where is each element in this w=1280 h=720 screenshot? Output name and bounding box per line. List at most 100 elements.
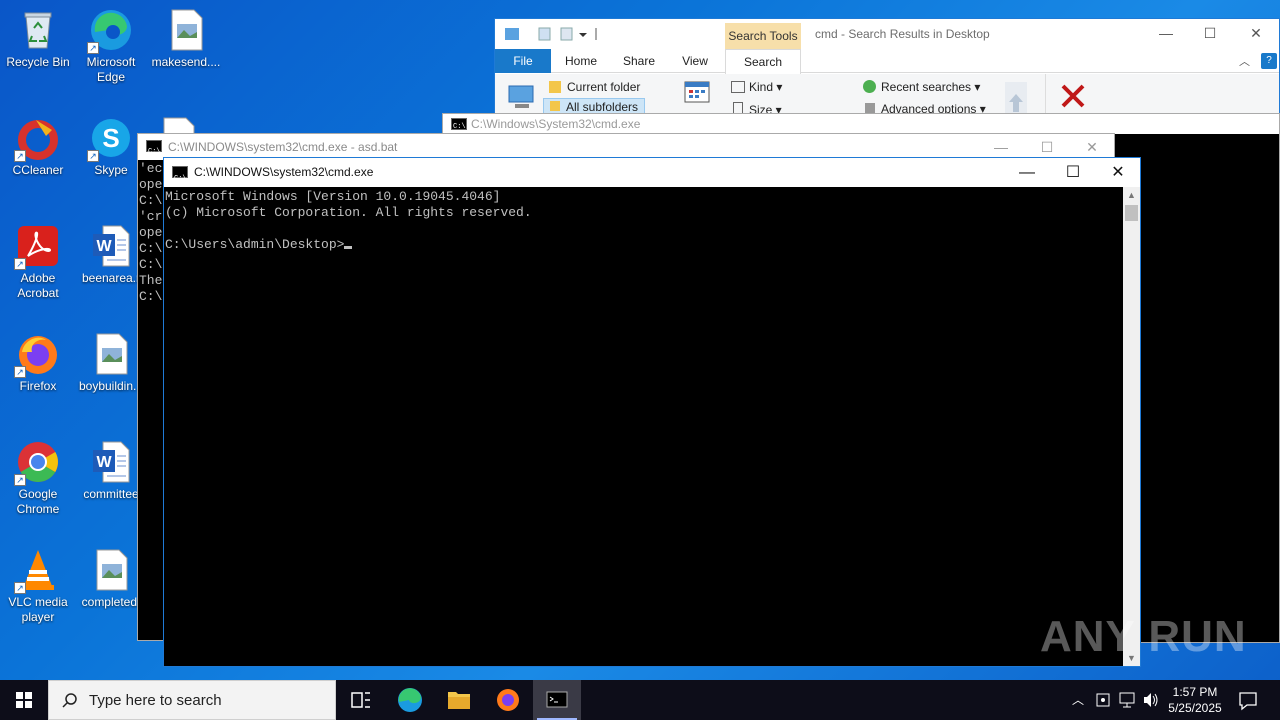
chrome-shortcut[interactable]: ↗ Google Chrome: [0, 440, 76, 517]
maximize-button[interactable]: ☐: [1187, 25, 1233, 42]
title-bar: C:\Windows\System32\cmd.exe: [443, 114, 1279, 137]
edge-shortcut[interactable]: ↗ Microsoft Edge: [73, 8, 149, 85]
console-output[interactable]: Microsoft Windows [Version 10.0.19045.40…: [165, 189, 532, 253]
firefox-icon: ↗: [14, 332, 60, 378]
icon-label: Recycle Bin: [6, 55, 70, 69]
minimize-button[interactable]: —: [1004, 158, 1050, 187]
close-button[interactable]: ✕: [1095, 158, 1141, 187]
search-placeholder: Type here to search: [89, 692, 222, 709]
acrobat-icon: ↗: [14, 224, 60, 270]
all-subfolders-button[interactable]: All subfolders: [543, 98, 646, 114]
kind-icon: [731, 81, 745, 93]
vlc-icon: ↗: [14, 548, 60, 594]
volume-icon[interactable]: [1142, 680, 1160, 720]
icon-label: Firefox: [19, 379, 57, 393]
task-view-button[interactable]: [336, 680, 384, 720]
text-cursor: [344, 246, 353, 249]
window-title: cmd - Search Results in Desktop: [815, 27, 990, 41]
skype-icon: S ↗: [87, 116, 133, 162]
clock-time: 1:57 PM: [1172, 685, 1218, 699]
taskbar-edge[interactable]: [386, 680, 434, 720]
search-icon: [62, 693, 77, 708]
firefox-icon: [497, 689, 519, 711]
chrome-icon: ↗: [14, 440, 60, 486]
tab-view[interactable]: View: [671, 49, 719, 73]
firefox-shortcut[interactable]: ↗ Firefox: [0, 332, 76, 394]
file-explorer-window[interactable]: Search Tools cmd - Search Results in Des…: [494, 18, 1280, 114]
search-tools-context-tab[interactable]: Search Tools: [725, 23, 801, 49]
this-pc-icon[interactable]: [505, 82, 539, 115]
help-icon[interactable]: ?: [1261, 53, 1277, 69]
title-bar: C:\WINDOWS\system32\cmd.exe — ☐ ✕: [164, 158, 1141, 194]
recycle-bin-icon: [16, 8, 60, 52]
image-file-icon: [164, 8, 208, 52]
tab-file[interactable]: File: [495, 49, 551, 73]
network-icon[interactable]: [1118, 680, 1136, 720]
show-hidden-icons-chevron-icon[interactable]: ︿: [1070, 680, 1086, 720]
taskbar-search-box[interactable]: Type here to search: [48, 680, 336, 720]
taskbar-firefox[interactable]: [484, 680, 532, 720]
icon-label: VLC media player: [8, 595, 68, 624]
makesend-file[interactable]: makesend....: [148, 8, 224, 70]
svg-text:S: S: [102, 123, 119, 153]
current-folder-button[interactable]: Current folder: [549, 80, 640, 94]
maximize-button[interactable]: ☐: [1050, 158, 1096, 187]
tab-home[interactable]: Home: [557, 49, 605, 73]
window-title: C:\WINDOWS\system32\cmd.exe: [194, 165, 374, 179]
notification-icon: [1239, 692, 1257, 711]
folder-icon: [549, 81, 561, 93]
cmd-window-active[interactable]: C:\WINDOWS\system32\cmd.exe — ☐ ✕ Micros…: [163, 157, 1141, 667]
icon-label: Google Chrome: [16, 487, 60, 516]
taskbar-file-explorer[interactable]: [435, 680, 483, 720]
taskbar-cmd[interactable]: [533, 680, 581, 720]
icon-label: Microsoft Edge: [86, 55, 136, 84]
word-document-icon: W: [89, 440, 133, 484]
window-title: C:\Windows\System32\cmd.exe: [471, 117, 641, 131]
tab-share[interactable]: Share: [615, 49, 663, 73]
date-modified-icon[interactable]: [683, 80, 711, 107]
ribbon-divider: [1045, 74, 1046, 114]
close-button[interactable]: ✕: [1233, 25, 1279, 42]
collapse-ribbon-icon[interactable]: ︿: [1239, 53, 1250, 69]
recycle-bin-shortcut[interactable]: Recycle Bin: [0, 8, 76, 70]
vlc-shortcut[interactable]: ↗ VLC media player: [0, 548, 76, 625]
vertical-scrollbar[interactable]: ▲ ▼: [1123, 187, 1140, 666]
console-output: 'ec ope C:\'cr ope C:\ C:\ The C:\: [139, 161, 163, 304]
console-prompt: C:\Users\admin\Desktop>: [165, 237, 345, 252]
acrobat-shortcut[interactable]: ↗ Adobe Acrobat: [0, 224, 76, 301]
icon-label: Adobe Acrobat: [17, 271, 59, 300]
recent-searches-icon: [863, 80, 876, 93]
folder-icon: [448, 692, 470, 709]
close-search-icon[interactable]: [1059, 82, 1087, 113]
quick-access-toolbar: [503, 25, 603, 43]
task-view-icon: [351, 692, 370, 708]
advanced-options-icon: [865, 103, 875, 113]
image-file-icon: [89, 548, 133, 592]
start-button[interactable]: [0, 680, 48, 720]
console-line: (c) Microsoft Corporation. All rights re…: [165, 205, 532, 220]
ccleaner-shortcut[interactable]: ↗ CCleaner: [0, 116, 76, 178]
kind-dropdown[interactable]: Kind ▾: [731, 80, 782, 94]
window-title: C:\WINDOWS\system32\cmd.exe - asd.bat: [168, 140, 398, 154]
windows-logo-icon: [16, 692, 32, 708]
system-clock[interactable]: 1:57 PM 5/25/2025: [1160, 684, 1230, 716]
cmd-icon: [146, 139, 162, 165]
tab-search[interactable]: Search: [725, 49, 801, 74]
open-file-location-icon[interactable]: [1003, 82, 1029, 117]
scroll-thumb[interactable]: [1125, 205, 1138, 221]
anyrun-watermark: ANY RUN: [1040, 612, 1247, 661]
svg-text:W: W: [96, 454, 112, 471]
taskbar: Type here to search ︿ 1:57 PM 5/25/2025: [0, 680, 1280, 720]
search-ribbon: Current folder All subfolders Kind ▾ Siz…: [495, 74, 1279, 114]
scroll-up-arrow-icon[interactable]: ▲: [1123, 187, 1140, 203]
edge-icon: ↗: [87, 8, 133, 54]
edge-icon: [398, 688, 422, 712]
minimize-button[interactable]: —: [1143, 25, 1189, 41]
recent-searches-dropdown[interactable]: Recent searches ▾: [863, 80, 980, 94]
icon-label: CCleaner: [12, 163, 64, 177]
subfolders-icon: [550, 101, 560, 111]
image-file-icon: [89, 332, 133, 376]
security-tray-icon[interactable]: [1094, 680, 1112, 720]
notifications-button[interactable]: [1236, 680, 1260, 720]
clock-date: 5/25/2025: [1168, 701, 1222, 715]
